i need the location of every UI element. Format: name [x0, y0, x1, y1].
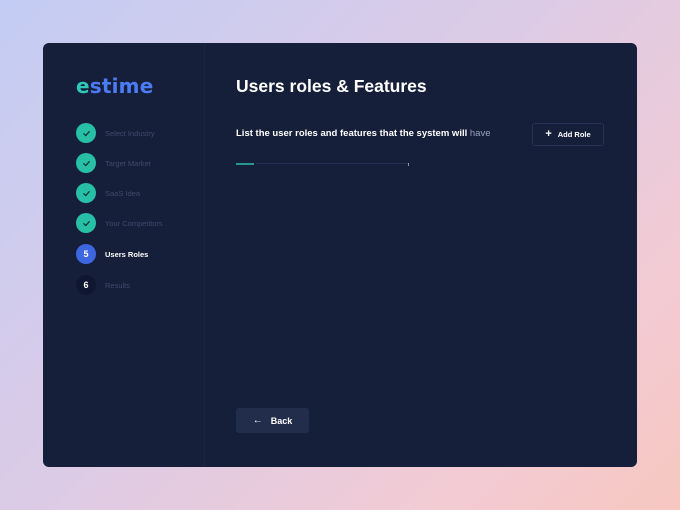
logo-letter-e: e: [76, 74, 90, 98]
text-caret: [408, 163, 409, 166]
arrow-left-icon: ←: [252, 414, 263, 426]
step-select-industry[interactable]: Select Industry: [76, 123, 201, 143]
step-label: Results: [105, 280, 131, 290]
check-icon: [76, 213, 96, 233]
step-saas-idea[interactable]: SaaS Idea: [76, 183, 201, 203]
page-title: Users roles & Features: [236, 76, 427, 96]
step-target-market[interactable]: Target Market: [76, 153, 201, 173]
sidebar: estime Select Industry Target Market Saa…: [43, 43, 205, 467]
step-number-badge: 6: [76, 275, 96, 295]
app-logo: estime: [76, 74, 154, 98]
input-text-fragment: [236, 163, 254, 165]
step-label: SaaS Idea: [105, 188, 141, 198]
logo-wordmark: stime: [89, 74, 154, 98]
check-icon: [76, 123, 96, 143]
check-icon: [76, 153, 96, 173]
step-number-badge: 5: [76, 244, 96, 264]
add-role-button[interactable]: + Add Role: [532, 123, 604, 146]
wizard-window: estime Select Industry Target Market Saa…: [43, 43, 637, 467]
plus-icon: +: [545, 128, 552, 140]
step-users-roles[interactable]: 5 Users Roles: [76, 244, 201, 264]
add-role-label: Add Role: [557, 130, 591, 139]
main-content: Users roles & Features List the user rol…: [236, 43, 637, 467]
step-label: Users Roles: [105, 249, 149, 259]
step-label: Target Market: [105, 158, 151, 168]
step-label: Select Industry: [105, 128, 155, 138]
step-results[interactable]: 6 Results: [76, 275, 201, 295]
role-input-field[interactable]: [236, 163, 411, 169]
subtitle-tail: have: [469, 128, 491, 139]
step-your-competitors[interactable]: Your Competitors: [76, 213, 201, 233]
step-label: Your Competitors: [105, 218, 163, 228]
page-subtitle: List the user roles and features that th…: [236, 128, 490, 139]
check-icon: [76, 183, 96, 203]
input-underline: [256, 163, 409, 164]
subtitle-text: List the user roles and features that th…: [236, 128, 468, 139]
back-label: Back: [270, 415, 293, 426]
back-button[interactable]: ← Back: [236, 408, 309, 433]
